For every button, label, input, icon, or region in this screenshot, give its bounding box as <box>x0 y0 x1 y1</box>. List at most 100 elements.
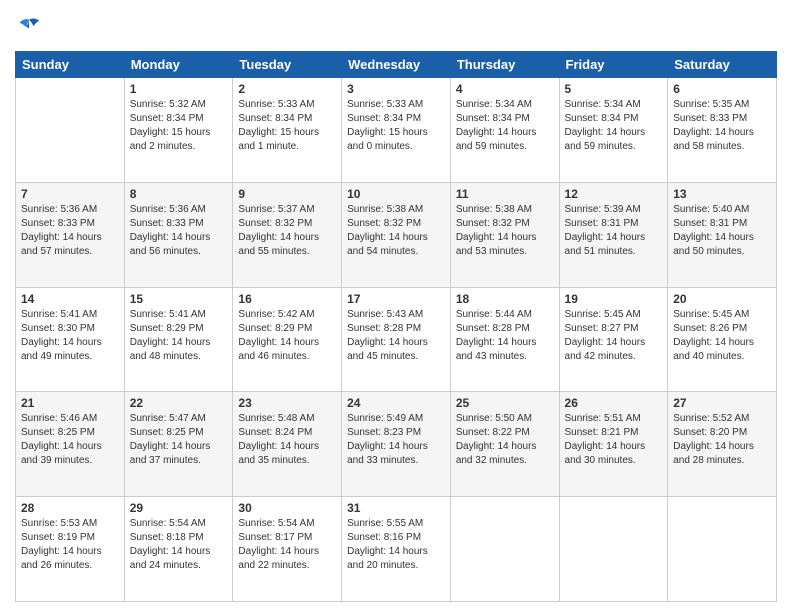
calendar-cell: 23 Sunrise: 5:48 AM Sunset: 8:24 PM Dayli… <box>233 392 342 497</box>
calendar-cell: 3 Sunrise: 5:33 AM Sunset: 8:34 PM Daylig… <box>342 78 451 183</box>
day-info: Sunrise: 5:39 AM Sunset: 8:31 PM Dayligh… <box>565 203 663 259</box>
calendar-week-row: 28 Sunrise: 5:53 AM Sunset: 8:19 PM Dayli… <box>16 497 777 602</box>
weekday-header: Friday <box>559 52 668 78</box>
calendar-cell: 30Sunrise: 5:54 AM Sunset: 8:17 PM Dayli… <box>233 497 342 602</box>
calendar-cell <box>450 497 559 602</box>
calendar-cell: 27 Sunrise: 5:52 AM Sunset: 8:20 PM Dayli… <box>668 392 777 497</box>
day-number: 5 <box>565 82 663 96</box>
calendar-cell: 18Sunrise: 5:44 AM Sunset: 8:28 PM Dayli… <box>450 287 559 392</box>
day-info: Sunrise: 5:47 AM Sunset: 8:25 PM Dayligh… <box>130 412 228 468</box>
day-info: Sunrise: 5:41 AM Sunset: 8:30 PM Dayligh… <box>21 308 119 364</box>
day-info: Sunrise: 5:34 AM Sunset: 8:34 PM Dayligh… <box>565 98 663 154</box>
day-info: Sunrise: 5:32 AM Sunset: 8:34 PM Dayligh… <box>130 98 228 154</box>
day-number: 26 <box>565 396 663 410</box>
day-info: Sunrise: 5:40 AM Sunset: 8:31 PM Dayligh… <box>673 203 771 259</box>
day-info: Sunrise: 5:33 AM Sunset: 8:34 PM Dayligh… <box>238 98 336 154</box>
calendar-cell: 16 Sunrise: 5:42 AM Sunset: 8:29 PM Dayli… <box>233 287 342 392</box>
day-info: Sunrise: 5:52 AM Sunset: 8:20 PM Dayligh… <box>673 412 771 468</box>
calendar-cell: 29 Sunrise: 5:54 AM Sunset: 8:18 PM Dayli… <box>124 497 233 602</box>
day-info: Sunrise: 5:37 AM Sunset: 8:32 PM Dayligh… <box>238 203 336 259</box>
calendar-week-row: 1 Sunrise: 5:32 AM Sunset: 8:34 PM Daylig… <box>16 78 777 183</box>
day-number: 31 <box>347 501 445 515</box>
day-number: 29 <box>130 501 228 515</box>
day-number: 22 <box>130 396 228 410</box>
calendar-cell <box>559 497 668 602</box>
day-info: Sunrise: 5:44 AM Sunset: 8:28 PM Dayligh… <box>456 308 554 364</box>
calendar-cell: 25Sunrise: 5:50 AM Sunset: 8:22 PM Dayli… <box>450 392 559 497</box>
day-number: 24 <box>347 396 445 410</box>
calendar-cell: 12 Sunrise: 5:39 AM Sunset: 8:31 PM Dayli… <box>559 182 668 287</box>
calendar-cell: 21 Sunrise: 5:46 AM Sunset: 8:25 PM Dayli… <box>16 392 125 497</box>
calendar-cell: 15 Sunrise: 5:41 AM Sunset: 8:29 PM Dayli… <box>124 287 233 392</box>
day-info: Sunrise: 5:53 AM Sunset: 8:19 PM Dayligh… <box>21 517 119 573</box>
day-number: 8 <box>130 187 228 201</box>
weekday-header: Sunday <box>16 52 125 78</box>
calendar-cell: 17 Sunrise: 5:43 AM Sunset: 8:28 PM Dayli… <box>342 287 451 392</box>
day-number: 6 <box>673 82 771 96</box>
weekday-header-row: SundayMondayTuesdayWednesdayThursdayFrid… <box>16 52 777 78</box>
calendar-cell: 6 Sunrise: 5:35 AM Sunset: 8:33 PM Daylig… <box>668 78 777 183</box>
day-info: Sunrise: 5:54 AM Sunset: 8:18 PM Dayligh… <box>130 517 228 573</box>
day-number: 15 <box>130 292 228 306</box>
day-number: 27 <box>673 396 771 410</box>
calendar-cell <box>16 78 125 183</box>
weekday-header: Tuesday <box>233 52 342 78</box>
day-number: 30 <box>238 501 336 515</box>
day-info: Sunrise: 5:42 AM Sunset: 8:29 PM Dayligh… <box>238 308 336 364</box>
day-info: Sunrise: 5:49 AM Sunset: 8:23 PM Dayligh… <box>347 412 445 468</box>
calendar-cell: 31 Sunrise: 5:55 AM Sunset: 8:16 PM Dayli… <box>342 497 451 602</box>
logo <box>15 15 45 43</box>
day-info: Sunrise: 5:33 AM Sunset: 8:34 PM Dayligh… <box>347 98 445 154</box>
day-info: Sunrise: 5:46 AM Sunset: 8:25 PM Dayligh… <box>21 412 119 468</box>
day-info: Sunrise: 5:50 AM Sunset: 8:22 PM Dayligh… <box>456 412 554 468</box>
day-number: 17 <box>347 292 445 306</box>
day-number: 3 <box>347 82 445 96</box>
calendar-cell: 7 Sunrise: 5:36 AM Sunset: 8:33 PM Daylig… <box>16 182 125 287</box>
calendar-cell <box>668 497 777 602</box>
calendar-cell: 1 Sunrise: 5:32 AM Sunset: 8:34 PM Daylig… <box>124 78 233 183</box>
calendar-cell: 28 Sunrise: 5:53 AM Sunset: 8:19 PM Dayli… <box>16 497 125 602</box>
day-info: Sunrise: 5:41 AM Sunset: 8:29 PM Dayligh… <box>130 308 228 364</box>
calendar-cell: 11Sunrise: 5:38 AM Sunset: 8:32 PM Dayli… <box>450 182 559 287</box>
calendar-cell: 5 Sunrise: 5:34 AM Sunset: 8:34 PM Daylig… <box>559 78 668 183</box>
day-info: Sunrise: 5:36 AM Sunset: 8:33 PM Dayligh… <box>21 203 119 259</box>
calendar-table: SundayMondayTuesdayWednesdayThursdayFrid… <box>15 51 777 602</box>
day-number: 12 <box>565 187 663 201</box>
calendar-week-row: 7 Sunrise: 5:36 AM Sunset: 8:33 PM Daylig… <box>16 182 777 287</box>
calendar-cell: 14Sunrise: 5:41 AM Sunset: 8:30 PM Dayli… <box>16 287 125 392</box>
day-info: Sunrise: 5:36 AM Sunset: 8:33 PM Dayligh… <box>130 203 228 259</box>
day-number: 28 <box>21 501 119 515</box>
calendar-cell: 9Sunrise: 5:37 AM Sunset: 8:32 PM Daylig… <box>233 182 342 287</box>
day-number: 1 <box>130 82 228 96</box>
day-info: Sunrise: 5:38 AM Sunset: 8:32 PM Dayligh… <box>347 203 445 259</box>
day-number: 13 <box>673 187 771 201</box>
day-number: 11 <box>456 187 554 201</box>
day-number: 16 <box>238 292 336 306</box>
day-info: Sunrise: 5:48 AM Sunset: 8:24 PM Dayligh… <box>238 412 336 468</box>
weekday-header: Saturday <box>668 52 777 78</box>
day-number: 2 <box>238 82 336 96</box>
weekday-header: Monday <box>124 52 233 78</box>
day-info: Sunrise: 5:45 AM Sunset: 8:27 PM Dayligh… <box>565 308 663 364</box>
day-number: 10 <box>347 187 445 201</box>
day-info: Sunrise: 5:43 AM Sunset: 8:28 PM Dayligh… <box>347 308 445 364</box>
day-info: Sunrise: 5:34 AM Sunset: 8:34 PM Dayligh… <box>456 98 554 154</box>
calendar-cell: 10 Sunrise: 5:38 AM Sunset: 8:32 PM Dayli… <box>342 182 451 287</box>
calendar-cell: 8 Sunrise: 5:36 AM Sunset: 8:33 PM Daylig… <box>124 182 233 287</box>
day-info: Sunrise: 5:51 AM Sunset: 8:21 PM Dayligh… <box>565 412 663 468</box>
day-info: Sunrise: 5:45 AM Sunset: 8:26 PM Dayligh… <box>673 308 771 364</box>
weekday-header: Wednesday <box>342 52 451 78</box>
day-info: Sunrise: 5:55 AM Sunset: 8:16 PM Dayligh… <box>347 517 445 573</box>
calendar-cell: 13 Sunrise: 5:40 AM Sunset: 8:31 PM Dayli… <box>668 182 777 287</box>
calendar-cell: 19Sunrise: 5:45 AM Sunset: 8:27 PM Dayli… <box>559 287 668 392</box>
calendar-week-row: 14Sunrise: 5:41 AM Sunset: 8:30 PM Dayli… <box>16 287 777 392</box>
calendar-cell: 20Sunrise: 5:45 AM Sunset: 8:26 PM Dayli… <box>668 287 777 392</box>
page: SundayMondayTuesdayWednesdayThursdayFrid… <box>0 0 792 612</box>
day-number: 21 <box>21 396 119 410</box>
day-number: 23 <box>238 396 336 410</box>
header <box>15 15 777 43</box>
day-info: Sunrise: 5:35 AM Sunset: 8:33 PM Dayligh… <box>673 98 771 154</box>
day-number: 7 <box>21 187 119 201</box>
calendar-cell: 4Sunrise: 5:34 AM Sunset: 8:34 PM Daylig… <box>450 78 559 183</box>
logo-icon <box>15 15 43 43</box>
